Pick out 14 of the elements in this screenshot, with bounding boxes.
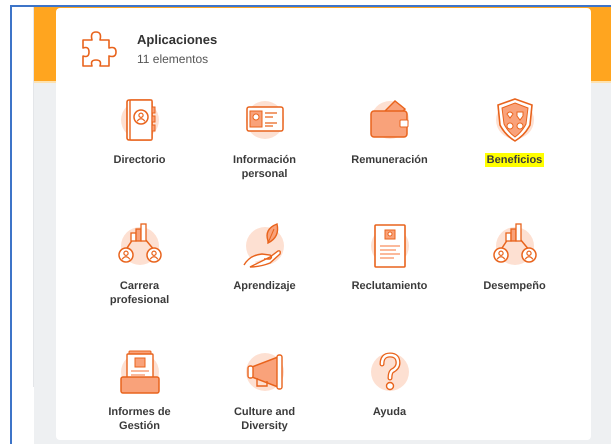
app-label[interactable]: Culture and Diversity (218, 405, 312, 433)
panel-title: Aplicaciones (137, 32, 218, 47)
item-count: 11 elementos (137, 52, 210, 66)
app-label[interactable]: Desempeño (481, 279, 548, 293)
puzzle-icon (81, 30, 117, 68)
app-label[interactable]: Ayuda (370, 405, 408, 419)
app-label[interactable]: Remuneración (349, 153, 430, 167)
app-label[interactable]: Aprendizaje (231, 279, 298, 293)
app-label[interactable]: Carrera profesional (92, 279, 186, 307)
app-label[interactable]: Informes de Gestión (92, 405, 186, 433)
app-label[interactable]: Beneficios (484, 153, 544, 167)
app-label[interactable]: Reclutamiento (350, 279, 430, 293)
app-label[interactable]: Información personal (218, 153, 312, 181)
app-label[interactable]: Directorio (112, 153, 168, 167)
